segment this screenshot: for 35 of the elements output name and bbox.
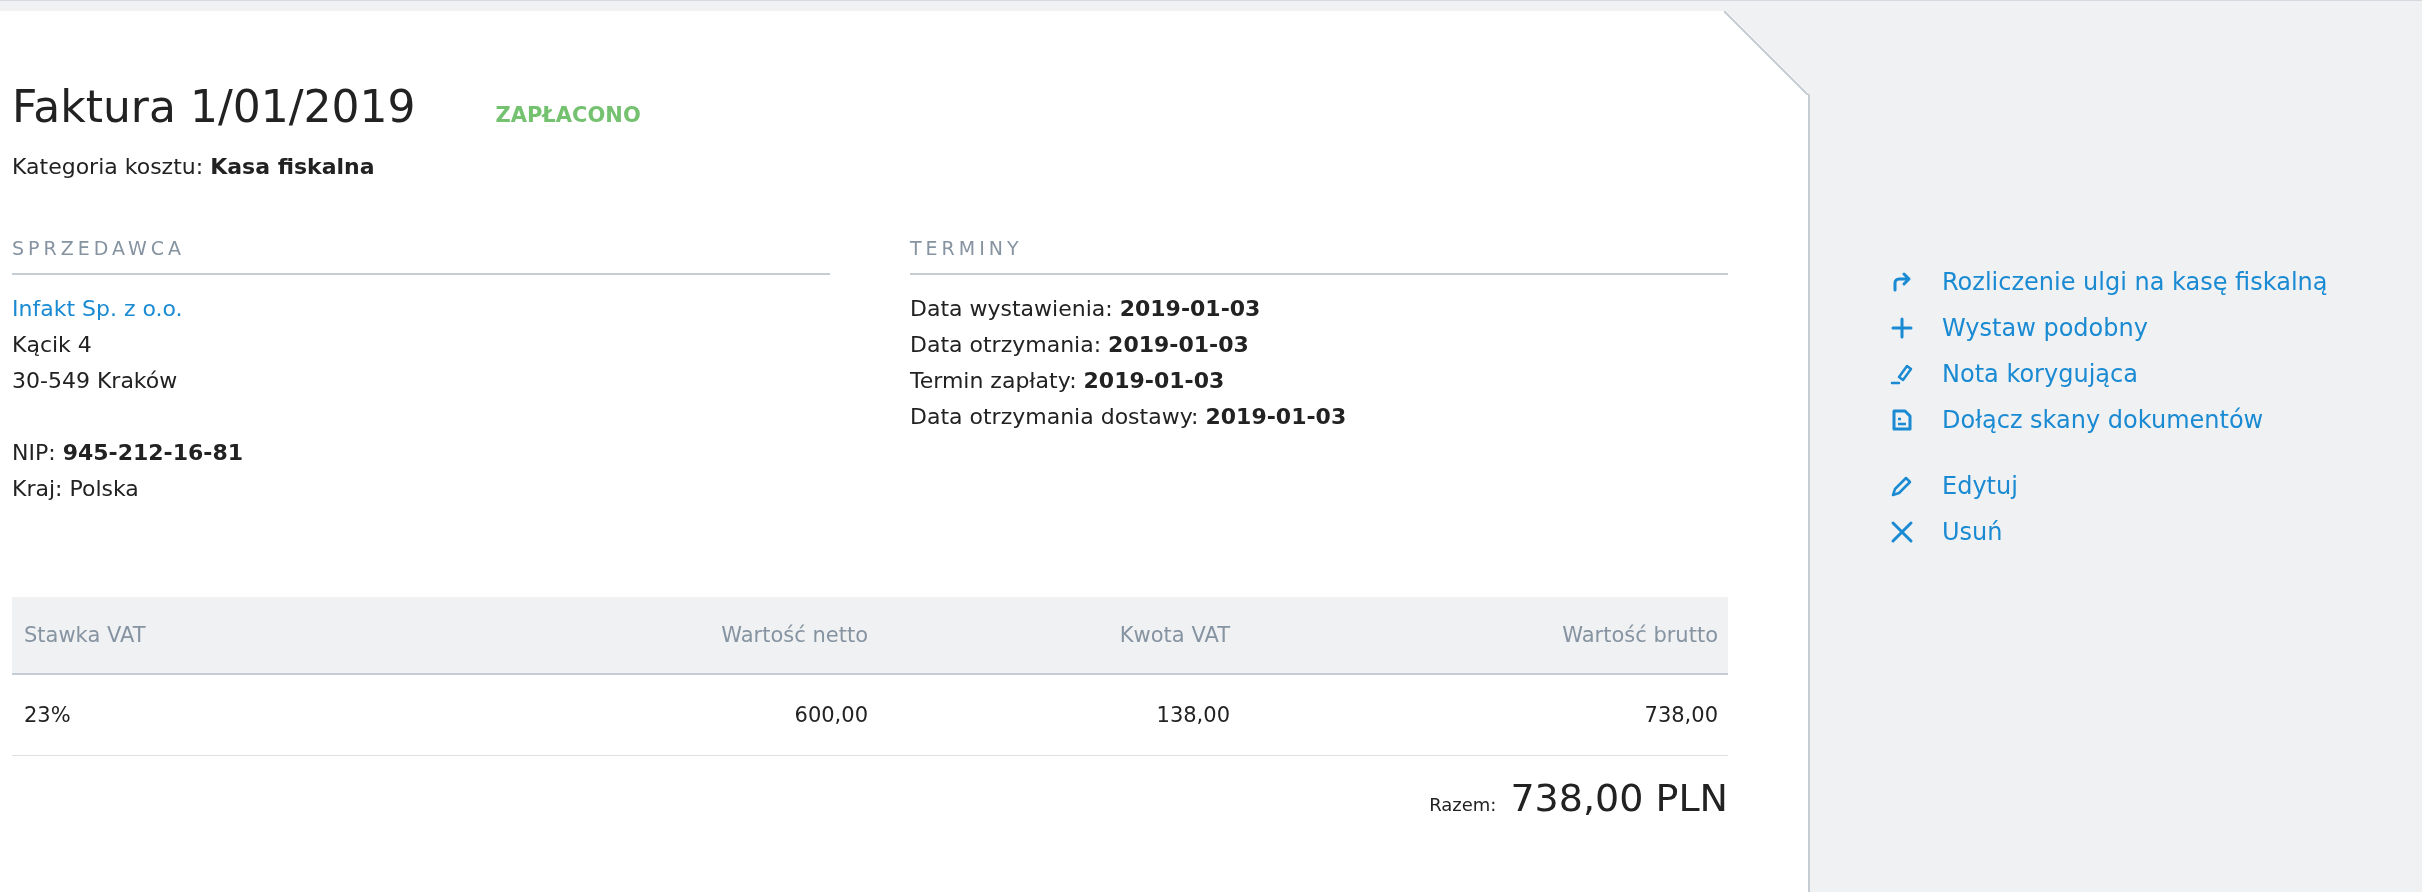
table-cell-text: 600,00 — [793, 703, 869, 727]
table-cell-text: 23% — [23, 703, 72, 727]
column-header: Kwota VAT — [1118, 623, 1231, 647]
seller-field: Kraj: Polska — [12, 471, 830, 507]
date-field: Data otrzymania: 2019-01-03 — [910, 327, 1728, 363]
status-label: ZAPŁACONO — [495, 103, 641, 127]
column-header: Wartość brutto — [1561, 623, 1719, 647]
plus-icon — [1890, 316, 1914, 340]
table-cell-text: 138,00 — [1155, 703, 1231, 727]
column-header: Stawka VAT — [23, 623, 147, 647]
address-line: 30-549 Kraków — [12, 367, 179, 395]
action-link[interactable]: Nota korygująca — [1890, 351, 2328, 397]
seller-link[interactable]: Infakt Sp. z o.o. — [12, 291, 830, 327]
total-amount: 738,00 PLN — [1510, 776, 1728, 820]
section-heading: SPRZEDAWCA — [12, 237, 830, 275]
table-cell-text: 738,00 — [1643, 703, 1719, 727]
date-field: Termin zapłaty: 2019-01-03 — [910, 363, 1728, 399]
date-field: Data otrzymania dostawy: 2019-01-03 — [910, 399, 1728, 435]
close-icon — [1890, 520, 1914, 544]
action-link[interactable]: Rozliczenie ulgi na kasę fiskalną — [1890, 259, 2328, 305]
column-header: Wartość netto — [720, 623, 869, 647]
action-link[interactable]: Edytuj — [1890, 463, 2328, 509]
pencil-icon — [1890, 474, 1914, 498]
invoice-title: Faktura 1/01/2019 — [12, 81, 416, 132]
total-label: Razem: — [1429, 794, 1497, 815]
seller-field: NIP: 945-212-16-81 — [12, 435, 830, 471]
document-icon — [1890, 408, 1914, 432]
cost-category: Kategoria kosztu: Kasa fiskalna — [12, 154, 376, 179]
action-link[interactable]: Dołącz skany dokumentów — [1890, 397, 2328, 443]
action-link[interactable]: Usuń — [1890, 509, 2328, 555]
action-link[interactable]: Wystaw podobny — [1890, 305, 2328, 351]
address-line: Kącik 4 — [12, 331, 93, 359]
date-field: Data wystawienia: 2019-01-03 — [910, 291, 1728, 327]
section-heading: TERMINY — [910, 237, 1728, 275]
marker-icon — [1890, 362, 1914, 386]
